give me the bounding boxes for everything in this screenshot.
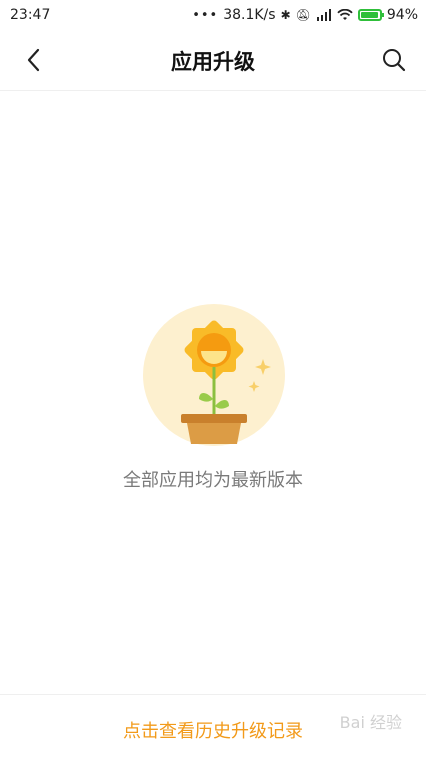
status-icons: ••• 38.1K/s ✱ 🔕︎ 94% bbox=[192, 7, 418, 23]
bluetooth-icon: ✱ bbox=[280, 8, 291, 22]
wifi-icon bbox=[337, 9, 353, 20]
search-button[interactable] bbox=[378, 44, 410, 76]
empty-state-message: 全部应用均为最新版本 bbox=[123, 470, 303, 491]
sunflower-illustration bbox=[143, 304, 285, 446]
baidu-watermark: Bai 经验 bbox=[339, 713, 402, 732]
battery-level: 94% bbox=[386, 7, 418, 23]
signal-icon bbox=[316, 9, 331, 21]
search-icon bbox=[383, 49, 406, 72]
battery-icon bbox=[357, 9, 384, 21]
bottom-bar: 点击查看历史升级记录 Bai 经验 bbox=[0, 694, 426, 757]
mute-icon: 🔕︎ bbox=[295, 8, 311, 22]
more-notifications-icon: ••• bbox=[192, 7, 219, 23]
status-time: 23:47 bbox=[10, 7, 51, 23]
status-bar: 23:47 ••• 38.1K/s ✱ 🔕︎ 94% bbox=[0, 0, 426, 30]
network-speed: 38.1K/s bbox=[223, 7, 276, 23]
title-bar: 应用升级 bbox=[0, 30, 426, 91]
sunflower-icon bbox=[143, 304, 285, 446]
page-title: 应用升级 bbox=[171, 50, 255, 74]
